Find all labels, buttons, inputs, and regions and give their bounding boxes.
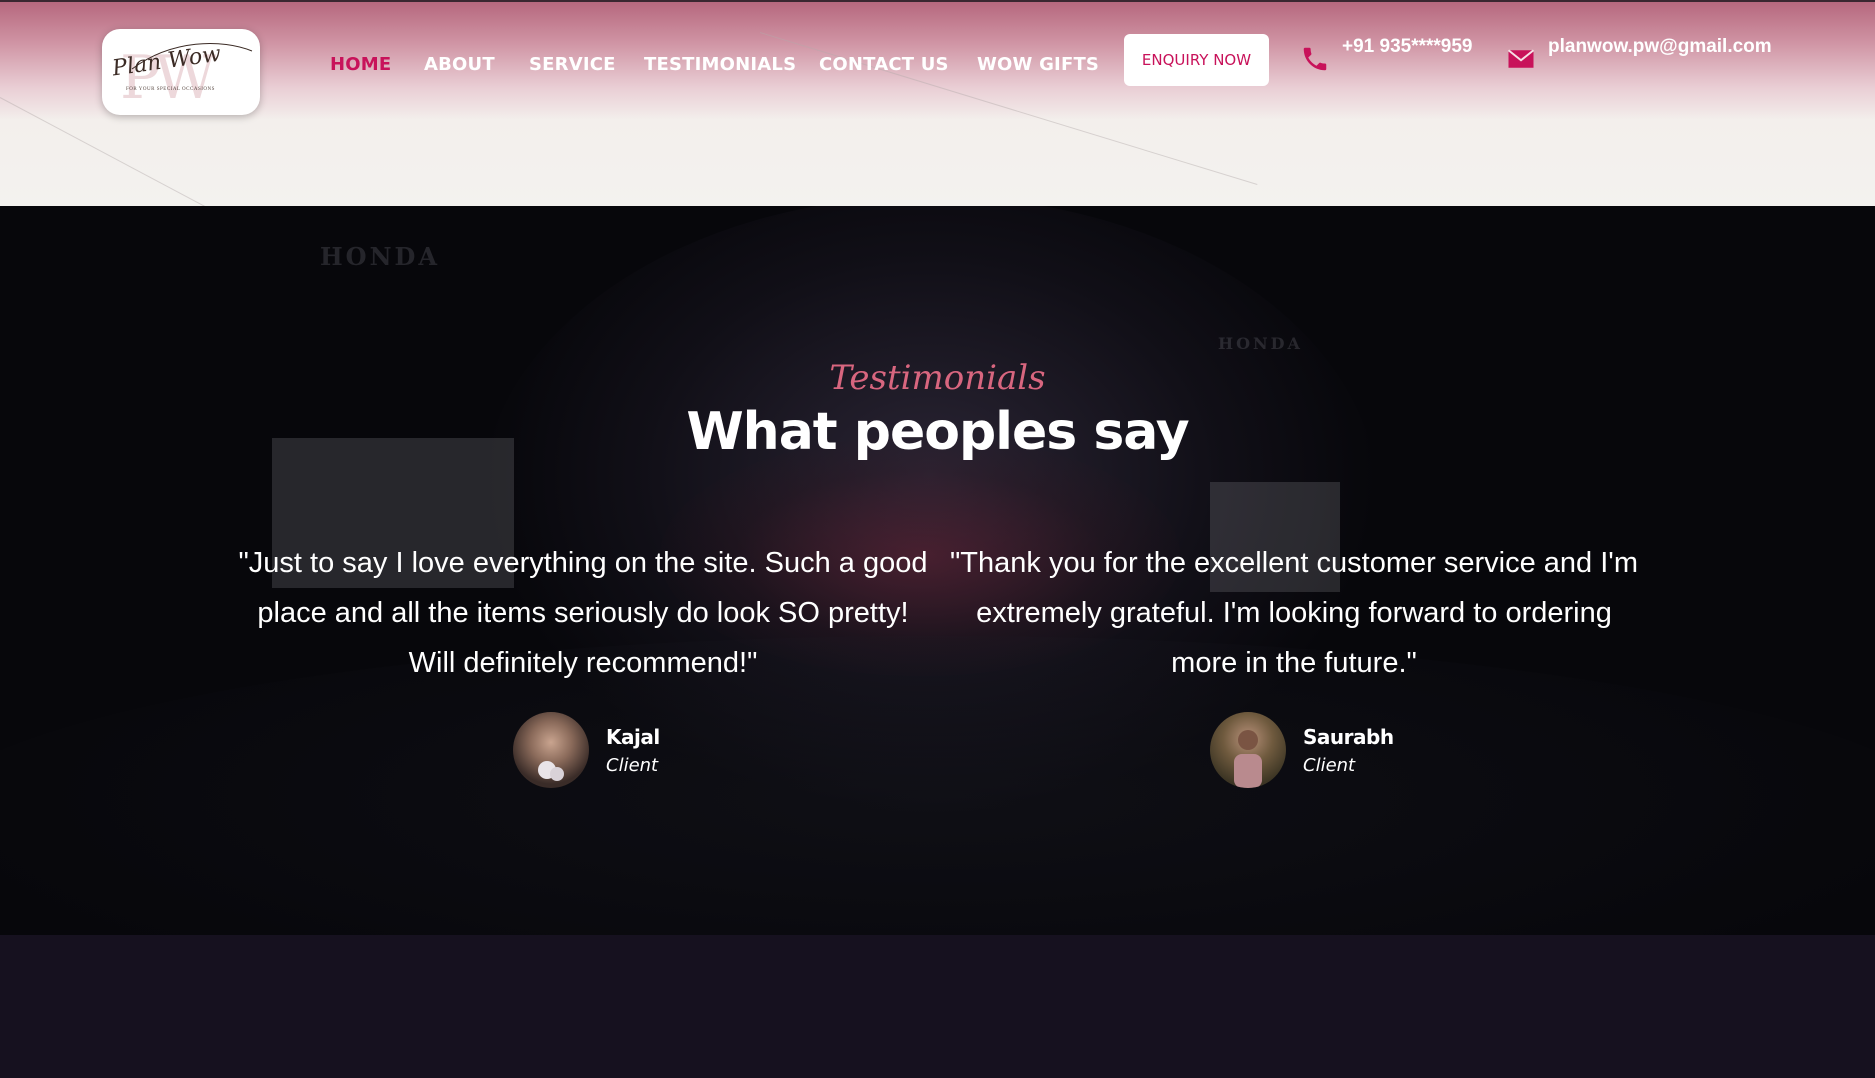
testimonial-quote: "Thank you for the excellent customer se… <box>950 547 1638 679</box>
email-contact[interactable]: planwow.pw@gmail.com <box>1506 36 1772 70</box>
testimonials-section: HONDA HONDA Testimonials What peoples sa… <box>0 206 1875 935</box>
background-sign: HONDA <box>1218 334 1303 353</box>
envelope-icon <box>1507 49 1535 68</box>
author-name: Saurabh <box>1303 724 1394 749</box>
logo-swash <box>131 43 253 70</box>
enquiry-now-button[interactable]: ENQUIRY NOW <box>1124 34 1269 86</box>
avatar-figure <box>1234 730 1262 788</box>
avatar-flower <box>538 761 564 781</box>
author-name: Kajal <box>606 724 660 749</box>
author-role: Client <box>1303 754 1356 776</box>
site-logo[interactable]: PW Plan Wow FOR YOUR SPECIAL OCCASIONS <box>102 29 260 115</box>
footer-section <box>0 935 1875 1078</box>
nav-service[interactable]: SERVICE <box>529 54 616 75</box>
logo-tagline: FOR YOUR SPECIAL OCCASIONS <box>126 87 215 92</box>
section-title: What peoples say <box>686 402 1189 462</box>
testimonial-author: Kajal Client <box>513 712 660 788</box>
background-sign: HONDA <box>320 242 440 271</box>
header: PW Plan Wow FOR YOUR SPECIAL OCCASIONS H… <box>0 0 1875 206</box>
testimonial-author: Saurabh Client <box>1210 712 1394 788</box>
phone-icon <box>1303 47 1327 71</box>
nav-wow-gifts[interactable]: WOW GIFTS <box>977 54 1099 75</box>
phone-number: +91 935****959 <box>1342 36 1473 57</box>
nav-home[interactable]: HOME <box>330 54 391 75</box>
nav-contact-us[interactable]: CONTACT US <box>819 54 949 75</box>
section-kicker: Testimonials <box>829 358 1046 398</box>
email-address: planwow.pw@gmail.com <box>1548 36 1772 57</box>
avatar <box>1210 712 1286 788</box>
nav-about[interactable]: ABOUT <box>424 54 495 75</box>
author-role: Client <box>606 754 659 776</box>
nav-testimonials[interactable]: TESTIMONIALS <box>644 54 796 75</box>
avatar <box>513 712 589 788</box>
phone-contact[interactable]: +91 935****959 <box>1300 36 1473 71</box>
testimonial-quote: "Just to say I love everything on the si… <box>238 547 928 679</box>
